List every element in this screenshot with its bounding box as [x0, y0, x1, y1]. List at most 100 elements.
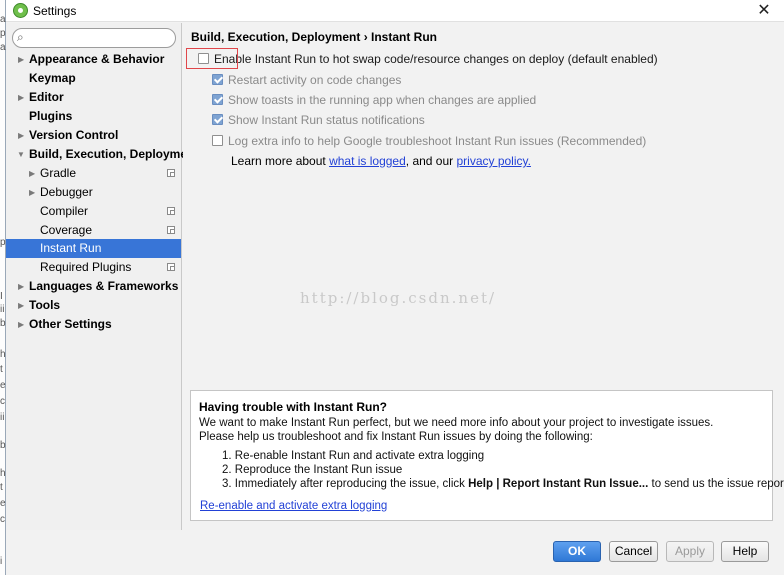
trouble-step-2: 2. Reproduce the Instant Run issue [222, 464, 403, 476]
chevron-right-icon[interactable]: ▶ [18, 126, 24, 145]
chevron-right-icon[interactable]: ▶ [18, 315, 24, 334]
sidebar-item-compiler[interactable]: Compiler [6, 202, 181, 221]
background-app-char: t [0, 364, 3, 375]
chevron-right-icon[interactable]: ▶ [18, 296, 24, 315]
step-3-suffix: to send us the issue report. [648, 478, 784, 490]
sidebar-item-required-plugins[interactable]: Required Plugins [6, 258, 181, 277]
background-app-char: a [0, 42, 6, 53]
option-label: Show toasts in the running app when chan… [228, 93, 537, 107]
cancel-button[interactable]: Cancel [609, 541, 658, 562]
dialog-footer: OK Cancel Apply Help [6, 530, 784, 575]
title-bar[interactable]: Settings ✕ [6, 0, 784, 22]
chevron-down-icon[interactable]: ▼ [17, 145, 25, 164]
learn-more-text: Learn more about what is logged, and our… [231, 154, 531, 168]
watermark-text: http://blog.csdn.net/ [300, 289, 497, 307]
sidebar-item-gradle[interactable]: ▶ Gradle [6, 164, 181, 183]
search-box[interactable]: ⌕ [12, 28, 176, 48]
settings-sidebar: ⌕ ▶ Appearance & Behavior Keymap ▶ Edito… [6, 23, 198, 530]
sidebar-item-version-control[interactable]: ▶ Version Control [6, 126, 181, 145]
project-level-icon [167, 226, 175, 234]
report-issue-menu-path: Help | Report Instant Run Issue... [468, 478, 649, 490]
trouble-line-1: We want to make Instant Run perfect, but… [199, 417, 714, 429]
sidebar-item-instant-run[interactable]: Instant Run [6, 239, 181, 258]
sidebar-item-label: Plugins [29, 109, 73, 123]
background-app-char: e [0, 498, 6, 509]
sidebar-item-coverage[interactable]: Coverage [6, 221, 181, 240]
trouble-panel: Having trouble with Instant Run? We want… [190, 390, 784, 521]
background-app-char: h [0, 468, 6, 479]
background-app-char: c [0, 396, 5, 407]
sidebar-item-label: Gradle [40, 166, 77, 180]
background-app-char: ii [0, 412, 5, 423]
sidebar-item-label: Coverage [40, 223, 93, 237]
background-app-char: b [0, 318, 6, 329]
project-level-icon [167, 207, 175, 215]
chevron-right-icon[interactable]: ▶ [29, 164, 35, 183]
settings-window: Settings ✕ ⌕ ▶ Appearance & Behavior Key… [5, 0, 784, 575]
breadcrumb: Build, Execution, Deployment › Instant R… [191, 30, 438, 44]
show-toasts-checkbox [212, 94, 223, 105]
close-icon[interactable]: ✕ [753, 0, 775, 22]
option-label: Show Instant Run status notifications [228, 113, 425, 127]
privacy-policy-link[interactable]: privacy policy. [456, 154, 530, 168]
apply-button[interactable]: Apply [666, 541, 714, 562]
search-input[interactable] [31, 31, 171, 46]
chevron-right-icon[interactable]: ▶ [18, 88, 24, 107]
reenable-extra-logging-link[interactable]: Re-enable and activate extra logging [200, 500, 387, 512]
sidebar-item-label: Editor [29, 90, 64, 104]
background-app-char: a [0, 14, 6, 25]
sidebar-item-keymap[interactable]: Keymap [6, 69, 181, 88]
sidebar-item-editor[interactable]: ▶ Editor [6, 88, 181, 107]
chevron-right-icon[interactable]: ▶ [18, 50, 24, 69]
ok-button[interactable]: OK [553, 541, 601, 562]
learn-more-middle: , and our [405, 154, 457, 168]
background-app-char: i [0, 556, 3, 567]
sidebar-item-debugger[interactable]: ▶ Debugger [6, 183, 181, 202]
project-level-icon [167, 263, 175, 271]
background-app-char: b [0, 440, 6, 451]
log-extra-info-checkbox [212, 135, 223, 146]
background-app-char: I [0, 291, 3, 302]
sidebar-item-label: Compiler [40, 204, 89, 218]
learn-more-prefix: Learn more about [231, 154, 330, 168]
sidebar-item-label: Languages & Frameworks [29, 279, 179, 293]
sidebar-item-label: Other Settings [29, 317, 112, 331]
android-studio-logo-icon [13, 3, 28, 18]
trouble-title: Having trouble with Instant Run? [199, 400, 387, 414]
sidebar-item-tools[interactable]: ▶ Tools [6, 296, 181, 315]
background-app-char: t [0, 482, 3, 493]
background-app-char: p [0, 237, 6, 248]
settings-content: Build, Execution, Deployment › Instant R… [183, 23, 784, 530]
background-app-char: ii [0, 304, 5, 315]
search-icon: ⌕ [17, 30, 24, 44]
project-level-icon [167, 169, 175, 177]
sidebar-item-label: Build, Execution, Deployment [29, 147, 199, 161]
window-title: Settings [33, 4, 77, 18]
help-button[interactable]: Help [721, 541, 769, 562]
background-app-char: c [0, 514, 5, 525]
option-label: Enable Instant Run to hot swap code/reso… [214, 52, 658, 66]
sidebar-item-languages-frameworks[interactable]: ▶ Languages & Frameworks [6, 277, 181, 296]
what-is-logged-link[interactable]: what is logged [329, 154, 406, 168]
background-app-char: e [0, 380, 6, 391]
sidebar-item-appearance-behavior[interactable]: ▶ Appearance & Behavior [6, 50, 181, 69]
background-app-char: p [0, 28, 6, 39]
sidebar-item-label: Version Control [29, 128, 119, 142]
chevron-right-icon[interactable]: ▶ [18, 277, 24, 296]
sidebar-item-label: Instant Run [40, 241, 102, 255]
sidebar-item-label: Keymap [29, 71, 76, 85]
annotation-highlight-box [186, 48, 238, 69]
trouble-step-3: 3. Immediately after reproducing the iss… [222, 478, 784, 490]
sidebar-item-label: Debugger [40, 185, 93, 199]
option-label: Log extra info to help Google troublesho… [228, 134, 647, 148]
chevron-right-icon[interactable]: ▶ [29, 183, 35, 202]
sidebar-item-build-execution-deployment[interactable]: ▼ Build, Execution, Deployment [6, 145, 198, 164]
trouble-step-1: 1. Re-enable Instant Run and activate ex… [222, 450, 485, 462]
sidebar-item-other-settings[interactable]: ▶ Other Settings [6, 315, 181, 334]
trouble-line-2: Please help us troubleshoot and fix Inst… [199, 431, 593, 443]
step-3-prefix: 3. Immediately after reproducing the iss… [222, 478, 469, 490]
status-notifications-checkbox [212, 114, 223, 125]
sidebar-item-plugins[interactable]: Plugins [6, 107, 181, 126]
option-label: Restart activity on code changes [228, 73, 402, 87]
sidebar-item-label: Tools [29, 298, 61, 312]
